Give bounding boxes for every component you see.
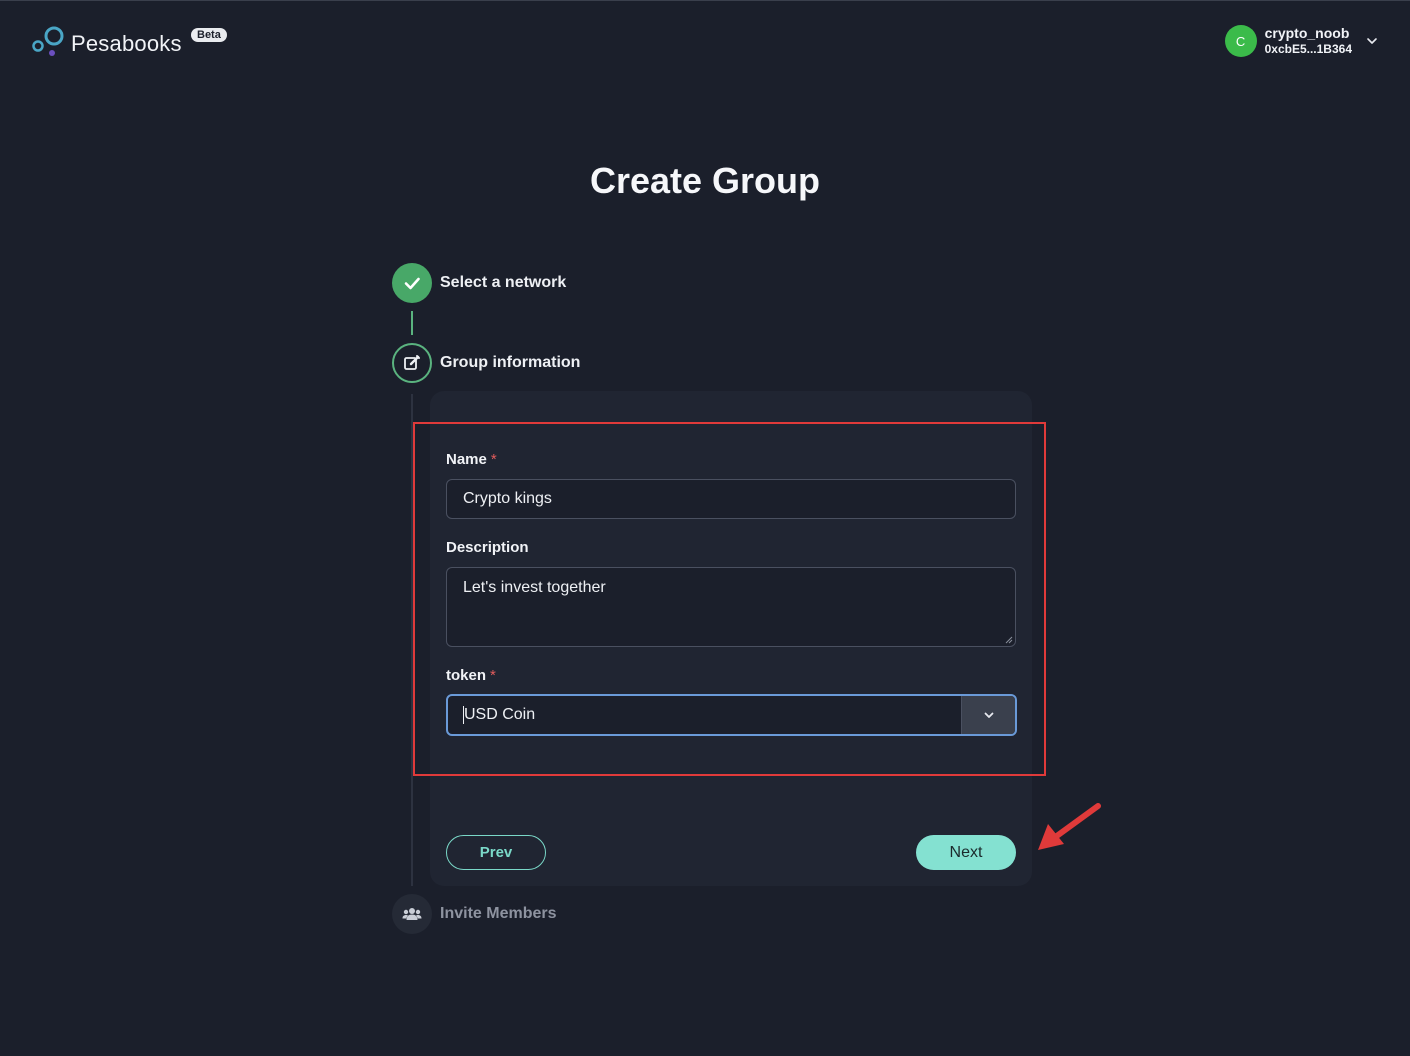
page-title: Create Group bbox=[589, 160, 821, 201]
prev-button[interactable]: Prev bbox=[446, 835, 546, 870]
pesabooks-logo-icon bbox=[30, 24, 66, 58]
edit-icon bbox=[392, 343, 432, 383]
step-connector bbox=[411, 311, 413, 335]
check-icon bbox=[392, 263, 432, 303]
step-group-information[interactable]: Group information bbox=[392, 343, 580, 383]
app-logo[interactable]: Pesabooks Beta bbox=[30, 24, 227, 58]
avatar: C bbox=[1224, 25, 1257, 57]
step-select-network[interactable]: Select a network bbox=[392, 263, 566, 303]
chevron-down-icon bbox=[1367, 38, 1377, 44]
user-menu[interactable]: C crypto_noob 0xcbE5...1B364 bbox=[1224, 25, 1378, 57]
step-label: Select a network bbox=[440, 274, 567, 291]
annotation-arrow-icon bbox=[1038, 803, 1101, 850]
beta-badge: Beta bbox=[191, 28, 227, 42]
user-name: crypto_noob bbox=[1264, 25, 1350, 41]
next-button[interactable]: Next bbox=[916, 835, 1016, 870]
wallet-address: 0xcbE5...1B364 bbox=[1264, 42, 1352, 56]
annotation-highlight-box bbox=[413, 422, 1046, 776]
window-top-border bbox=[0, 0, 1410, 1]
app-name: Pesabooks bbox=[71, 31, 182, 56]
step-invite-members[interactable]: Invite Members bbox=[392, 894, 556, 934]
step-label: Invite Members bbox=[440, 905, 557, 922]
users-icon bbox=[392, 894, 432, 934]
step-label: Group information bbox=[440, 354, 581, 371]
